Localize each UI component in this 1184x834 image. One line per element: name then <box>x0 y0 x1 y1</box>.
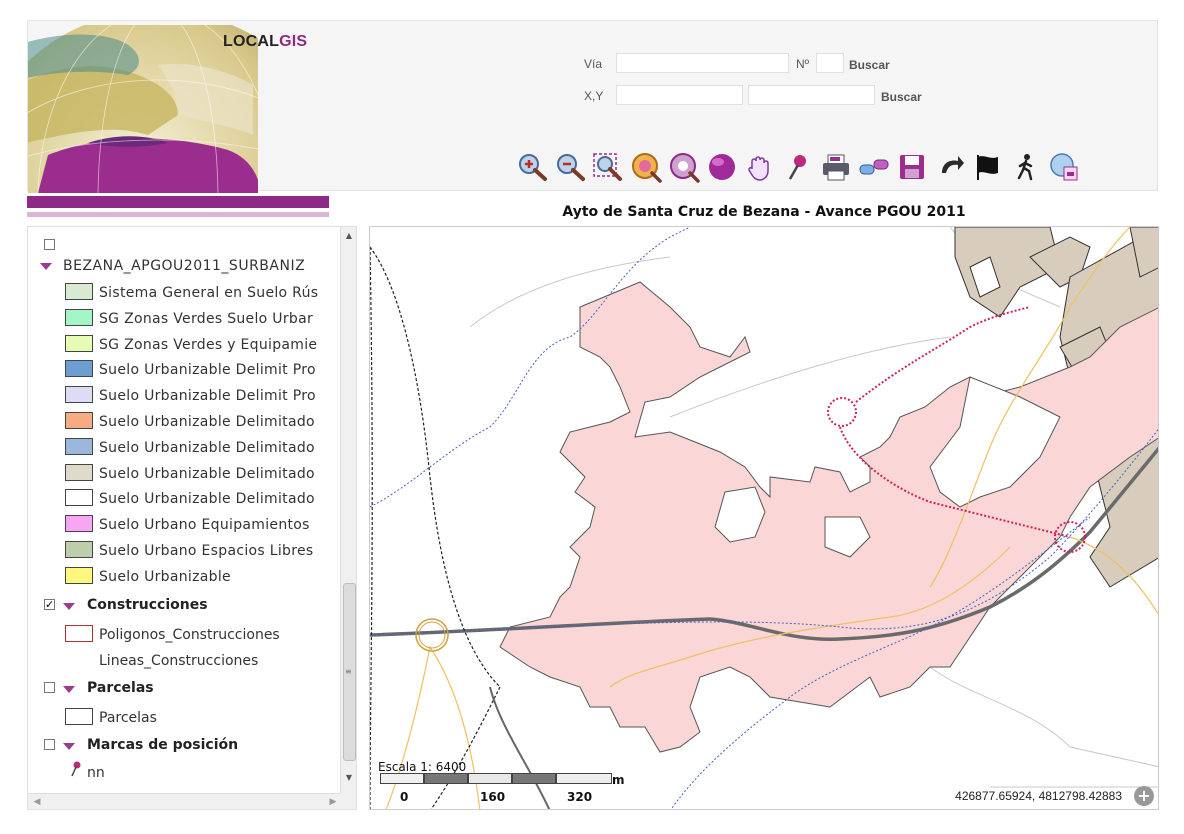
map-canvas[interactable] <box>370 227 1159 810</box>
legend-swatch <box>65 463 93 481</box>
zoom-out-icon[interactable] <box>554 151 586 183</box>
map-viewport[interactable]: Escala 1: 6400 m 0 160 320 426877.65924,… <box>369 226 1159 810</box>
legend-content: BEZANA_APGOU2011_SURBANIZ Sistema Genera… <box>28 227 342 793</box>
xy-label: X,Y <box>584 89 604 103</box>
legend-swatch <box>65 283 93 300</box>
measure-icon[interactable] <box>858 151 890 183</box>
zoom-layer-icon[interactable] <box>668 151 700 183</box>
legend-swatch <box>65 334 93 352</box>
logo-gis-text: GIS <box>279 33 308 50</box>
scale-segment <box>556 773 612 784</box>
marcas-item-label: nn <box>87 765 105 781</box>
scale-tick-label: 320 <box>567 790 593 804</box>
scale-tick-label: 160 <box>480 790 506 804</box>
parcelas-checkbox[interactable] <box>44 682 55 693</box>
zoom-box-icon[interactable] <box>592 151 624 183</box>
marcas-title: Marcas de posición <box>87 737 239 753</box>
logo-local-text: LOCAL <box>223 33 280 50</box>
expand-overview-button[interactable]: + <box>1134 786 1154 806</box>
localgis-logo: LOCALGIS <box>223 33 307 51</box>
construcciones-expand-icon[interactable] <box>63 603 75 610</box>
legend-item-label: Suelo Urbanizable Delimit Pro <box>99 388 316 405</box>
print-icon[interactable] <box>820 151 852 183</box>
legend-item-label: SG Zonas Verdes Suelo Urbar <box>99 310 313 327</box>
legend-vertical-scrollbar[interactable]: ▲ ≡ ▼ <box>340 227 356 793</box>
legend-item-label: Suelo Urbanizable Delimitado <box>99 439 315 456</box>
zoom-extent-icon[interactable] <box>630 151 662 183</box>
legend-swatch <box>65 489 93 507</box>
parcelas-swatch <box>65 708 93 725</box>
scale-segment <box>380 773 424 784</box>
scale-segment <box>424 773 468 784</box>
legend-swatch <box>65 515 93 533</box>
via-label: Vía <box>584 57 603 71</box>
poligonos-label: Poligonos_Construcciones <box>99 627 280 643</box>
legend-item-label: Sistema General en Suelo Rús <box>99 285 319 301</box>
pin-icon[interactable] <box>782 151 814 183</box>
top-layer-checkbox[interactable] <box>44 239 55 250</box>
legend-swatch <box>65 360 93 378</box>
cursor-coordinates: 426877.65924, 4812798.42883 <box>955 789 1122 803</box>
poligonos-swatch <box>65 625 93 642</box>
buscar-via-button[interactable]: Buscar <box>849 58 890 72</box>
legend-swatch <box>65 308 93 326</box>
scroll-up-arrow-icon[interactable]: ▲ <box>341 229 356 243</box>
header: LOCALGIS Vía Nº Buscar X,Y Buscar <box>27 20 1158 193</box>
layer-legend-panel: BEZANA_APGOU2011_SURBANIZ Sistema Genera… <box>27 226 357 810</box>
scale-segment <box>468 773 512 784</box>
legend-item-label: Suelo Urbanizable Delimitado <box>99 491 315 508</box>
pushpin-icon <box>68 761 84 777</box>
back-arrow-icon[interactable] <box>934 151 966 183</box>
scale-segment <box>512 773 556 784</box>
expand-triangle-icon[interactable] <box>40 263 52 270</box>
no-label: Nº <box>796 57 810 71</box>
scale-tick-label: 0 <box>400 790 409 804</box>
legend-icon[interactable] <box>1048 151 1080 183</box>
scroll-corner <box>340 793 356 809</box>
globe-icon[interactable] <box>706 151 738 183</box>
legend-swatch <box>65 566 93 584</box>
marcas-checkbox[interactable] <box>44 739 55 750</box>
scroll-right-arrow-icon[interactable]: ▶ <box>326 794 340 809</box>
header-accent-bar <box>27 196 329 208</box>
buscar-xy-button[interactable]: Buscar <box>881 90 922 104</box>
legend-item-label: SG Zonas Verdes y Equipamie <box>99 336 318 353</box>
scroll-left-arrow-icon[interactable]: ◀ <box>30 794 44 809</box>
legend-item-label: Suelo Urbanizable Delimitado <box>99 414 315 430</box>
header-accent-bar-light <box>27 212 329 217</box>
legend-item-label: Suelo Urbanizable Delimitado <box>99 465 315 482</box>
save-icon[interactable] <box>896 151 928 183</box>
parcelas-label: Parcelas <box>99 710 157 726</box>
x-coordinate-input[interactable] <box>616 85 743 105</box>
legend-swatch <box>65 541 93 558</box>
flag-icon[interactable] <box>972 151 1004 183</box>
legend-horizontal-scrollbar[interactable]: ◀ ▶ <box>28 793 342 809</box>
marcas-expand-icon[interactable] <box>63 743 75 750</box>
scale-unit: m <box>612 773 625 787</box>
scale-label: Escala 1: 6400 <box>378 760 467 774</box>
y-coordinate-input[interactable] <box>748 85 875 105</box>
scroll-grip-icon: ≡ <box>345 667 352 676</box>
number-input[interactable] <box>816 53 844 73</box>
legend-swatch <box>65 437 93 455</box>
layer-group-title: BEZANA_APGOU2011_SURBANIZ <box>63 258 306 274</box>
legend-swatch <box>65 412 93 429</box>
map-title: Ayto de Santa Cruz de Bezana - Avance PG… <box>562 204 966 220</box>
via-input[interactable] <box>616 53 789 73</box>
construcciones-title: Construcciones <box>87 597 208 613</box>
construcciones-checkbox[interactable]: ✓ <box>44 599 55 610</box>
legend-item-label: Suelo Urbanizable Delimit Pro <box>99 362 316 379</box>
pan-hand-icon[interactable] <box>744 151 776 183</box>
legend-swatch <box>65 386 93 404</box>
parcelas-title: Parcelas <box>87 680 154 696</box>
legend-item-label: Suelo Urbano Equipamientos <box>99 517 310 534</box>
lineas-label: Lineas_Construcciones <box>99 653 259 669</box>
scroll-down-arrow-icon[interactable]: ▼ <box>341 771 356 785</box>
legend-item-label: Suelo Urbanizable <box>99 568 231 585</box>
parcelas-expand-icon[interactable] <box>63 686 75 693</box>
zoom-in-icon[interactable] <box>516 151 548 183</box>
walk-icon[interactable] <box>1010 151 1042 183</box>
legend-item-label: Suelo Urbano Espacios Libres <box>99 543 314 559</box>
